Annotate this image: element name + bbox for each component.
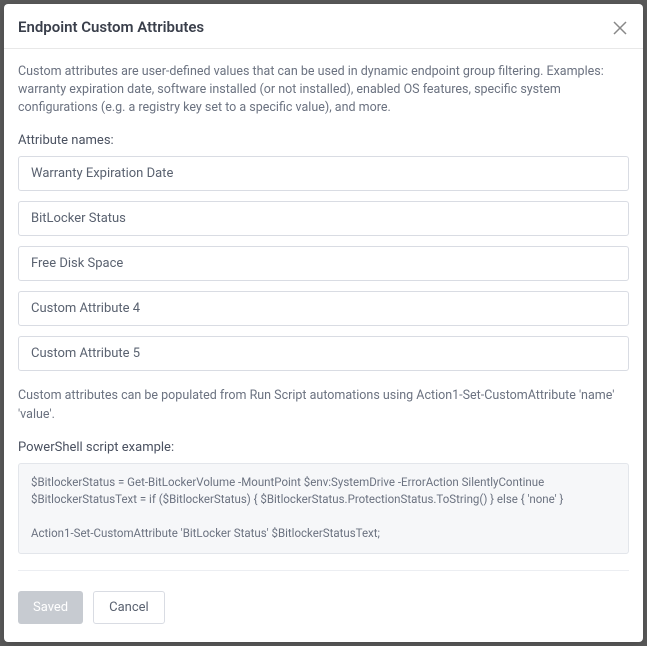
modal-header: Endpoint Custom Attributes bbox=[4, 4, 643, 49]
modal-dialog: Endpoint Custom Attributes Custom attrib… bbox=[4, 4, 643, 642]
script-line: $BitlockerStatus = Get-BitLockerVolume -… bbox=[31, 475, 544, 489]
modal-body: Custom attributes are user-defined value… bbox=[4, 49, 643, 573]
saved-button: Saved bbox=[18, 591, 83, 624]
script-line: Action1-Set-CustomAttribute 'BitLocker S… bbox=[31, 526, 380, 540]
attribute-input-5[interactable] bbox=[18, 336, 629, 371]
populate-info-text: Custom attributes can be populated from … bbox=[18, 387, 629, 423]
attribute-input-1[interactable] bbox=[18, 156, 629, 191]
cancel-button[interactable]: Cancel bbox=[93, 591, 165, 624]
attribute-input-2[interactable] bbox=[18, 201, 629, 236]
script-example-box: $BitlockerStatus = Get-BitLockerVolume -… bbox=[18, 463, 629, 554]
modal-footer: Saved Cancel bbox=[4, 573, 643, 642]
close-icon[interactable] bbox=[613, 20, 627, 34]
attribute-input-4[interactable] bbox=[18, 291, 629, 326]
attribute-input-3[interactable] bbox=[18, 246, 629, 281]
script-line: $BitlockerStatusText = if ($BitlockerSta… bbox=[31, 492, 563, 506]
modal-title: Endpoint Custom Attributes bbox=[18, 18, 204, 36]
divider bbox=[18, 570, 629, 571]
script-label: PowerShell script example: bbox=[18, 440, 629, 455]
description-text: Custom attributes are user-defined value… bbox=[18, 63, 629, 117]
attributes-label: Attribute names: bbox=[18, 133, 629, 148]
